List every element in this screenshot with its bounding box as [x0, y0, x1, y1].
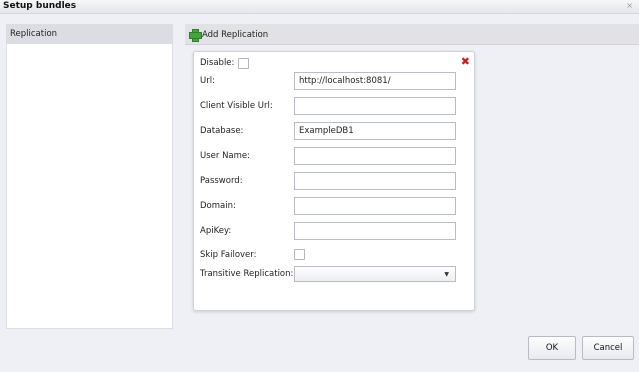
replication-panel: Add Replication ✖ Disable: Url: Client V…: [185, 24, 639, 329]
password-input[interactable]: [294, 172, 456, 190]
title-bar: Setup bundles ×: [0, 0, 639, 14]
database-label: Database:: [200, 126, 244, 136]
sidebar-item-replication[interactable]: Replication: [7, 25, 172, 44]
password-label: Password:: [200, 176, 243, 186]
sidebar: Replication: [6, 24, 173, 329]
transitive-select[interactable]: ▼: [294, 266, 456, 282]
username-input[interactable]: [294, 147, 456, 165]
domain-label: Domain:: [200, 201, 236, 211]
username-row: User Name:: [200, 147, 250, 165]
domain-input[interactable]: [294, 197, 456, 215]
client-url-row: Client Visible Url:: [200, 97, 273, 115]
skip-failover-row: Skip Failover:: [200, 246, 257, 264]
url-label: Url:: [200, 76, 215, 86]
transitive-label: Transitive Replication:: [200, 269, 294, 279]
disable-row: Disable:: [200, 54, 250, 72]
database-row: Database:: [200, 122, 243, 140]
plus-icon: [189, 29, 202, 42]
url-row: Url:: [200, 72, 215, 90]
disable-label: Disable:: [200, 58, 235, 68]
disable-checkbox[interactable]: [238, 57, 250, 69]
replication-card: ✖ Disable: Url: Client Visible Url: Data…: [193, 51, 475, 311]
client-url-input[interactable]: [294, 97, 456, 115]
cancel-button[interactable]: Cancel: [582, 336, 634, 360]
apikey-input[interactable]: [294, 222, 456, 240]
remove-icon[interactable]: ✖: [461, 55, 470, 68]
domain-row: Domain:: [200, 197, 236, 215]
skip-failover-label: Skip Failover:: [200, 250, 257, 260]
url-input[interactable]: [294, 72, 456, 90]
apikey-label: ApiKey:: [200, 226, 232, 236]
apikey-row: ApiKey:: [200, 222, 231, 240]
ok-button[interactable]: OK: [528, 336, 576, 360]
window-title: Setup bundles: [3, 1, 77, 11]
close-icon[interactable]: ×: [626, 1, 633, 10]
add-replication-button[interactable]: Add Replication: [189, 28, 269, 42]
username-label: User Name:: [200, 151, 251, 161]
add-replication-label: Add Replication: [202, 29, 269, 40]
client-url-label: Client Visible Url:: [200, 101, 273, 111]
skip-failover-checkbox[interactable]: [294, 249, 305, 260]
transitive-row: Transitive Replication:: [200, 265, 293, 283]
chevron-down-icon: ▼: [444, 271, 449, 278]
database-input[interactable]: [294, 122, 456, 140]
password-row: Password:: [200, 172, 243, 190]
toolbar: Add Replication: [185, 24, 639, 45]
